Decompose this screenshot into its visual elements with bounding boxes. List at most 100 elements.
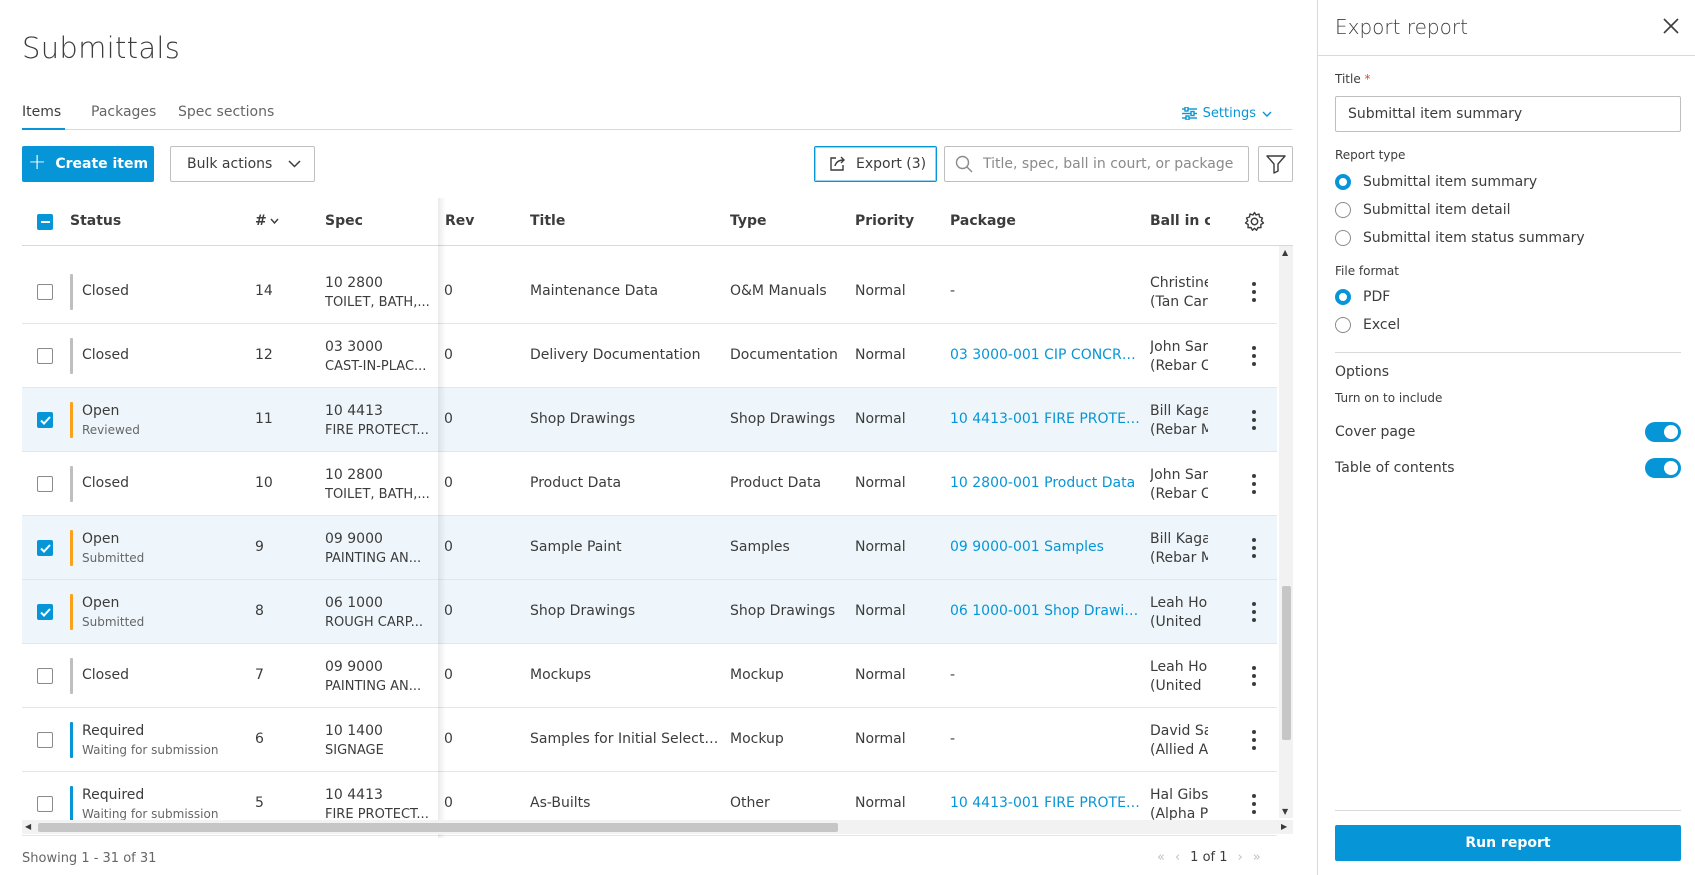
title-cell[interactable]: Shop Drawings — [530, 603, 720, 619]
table-row[interactable]: Open Submitted 8 06 1000 ROUGH CARP... 0 Shop … — [22, 580, 1277, 644]
row-checkbox[interactable] — [37, 668, 53, 684]
settings-button[interactable]: Settings — [1181, 106, 1272, 121]
tab-spec-sections[interactable]: Spec sections — [178, 104, 274, 130]
report-title-input[interactable] — [1335, 96, 1681, 132]
column-header-status[interactable]: Status — [70, 213, 121, 229]
package-cell[interactable]: 09 9000-001 Samples — [950, 539, 1140, 555]
rev-cell: 0 — [444, 795, 453, 811]
prev-page-icon[interactable]: ‹ — [1175, 850, 1180, 865]
row-checkbox[interactable] — [37, 476, 53, 492]
vertical-scroll-thumb[interactable] — [1282, 586, 1291, 740]
title-cell[interactable]: Samples for Initial Selecti... — [530, 731, 720, 747]
row-checkbox[interactable] — [37, 540, 53, 556]
row-more-menu-icon[interactable] — [1245, 794, 1263, 814]
row-more-menu-icon[interactable] — [1245, 538, 1263, 558]
status-cell: Open Submitted — [82, 594, 232, 632]
row-checkbox[interactable] — [37, 796, 53, 812]
row-more-menu-icon[interactable] — [1245, 474, 1263, 494]
scroll-down-icon[interactable]: ▼ — [1282, 807, 1288, 816]
create-item-button[interactable]: + Create item — [22, 146, 154, 182]
scroll-left-icon[interactable]: ◀ — [25, 822, 31, 831]
row-more-menu-icon[interactable] — [1245, 666, 1263, 686]
cover-page-toggle[interactable] — [1645, 422, 1681, 442]
radio-selected[interactable] — [1335, 174, 1351, 190]
file-format-label: File format — [1335, 264, 1399, 278]
scroll-up-icon[interactable]: ▲ — [1282, 248, 1288, 257]
spec-cell: 10 2800 TOILET, BATH,... — [325, 274, 433, 312]
vertical-scrollbar[interactable]: ▲ ▼ — [1279, 246, 1293, 818]
row-checkbox[interactable] — [37, 732, 53, 748]
run-report-button[interactable]: Run report — [1335, 825, 1681, 861]
row-checkbox[interactable] — [37, 412, 53, 428]
radio-unselected[interactable] — [1335, 317, 1351, 333]
status-indicator-bar — [70, 402, 73, 438]
last-page-icon[interactable]: » — [1253, 850, 1261, 865]
tab-packages[interactable]: Packages — [91, 104, 156, 130]
column-header-spec[interactable]: Spec — [325, 213, 363, 229]
ball-in-court-name: Leah Ho — [1150, 659, 1208, 675]
table-row[interactable]: Closed 12 03 3000 CAST-IN-PLAC... 0 Delivery … — [22, 324, 1277, 388]
checkmark-icon — [39, 607, 51, 617]
search-input[interactable] — [983, 156, 1243, 172]
package-cell[interactable]: 10 4413-001 FIRE PROTEC... — [950, 411, 1140, 427]
title-cell[interactable]: Product Data — [530, 475, 720, 491]
table-row[interactable]: Closed 7 09 9000 PAINTING AN... 0 Mockups Mock… — [22, 644, 1277, 708]
title-cell[interactable]: Sample Paint — [530, 539, 720, 555]
column-header-title[interactable]: Title — [530, 213, 565, 229]
row-more-menu-icon[interactable] — [1245, 346, 1263, 366]
column-header-priority[interactable]: Priority — [855, 213, 914, 229]
export-button[interactable]: Export (3) — [814, 146, 937, 182]
column-header-package[interactable]: Package — [950, 213, 1016, 229]
package-cell[interactable]: 03 3000-001 CIP CONCRE... — [950, 347, 1140, 363]
title-cell[interactable]: Delivery Documentation — [530, 347, 720, 363]
radio-selected[interactable] — [1335, 289, 1351, 305]
report-type-option-status-summary[interactable]: Submittal item status summary — [1335, 230, 1585, 246]
bulk-actions-label: Bulk actions — [187, 156, 273, 172]
filter-button[interactable] — [1258, 146, 1293, 182]
column-header-type[interactable]: Type — [730, 213, 767, 229]
next-page-icon[interactable]: › — [1238, 850, 1243, 865]
package-cell[interactable]: 10 4413-001 FIRE PROTEC... — [950, 795, 1140, 811]
title-cell[interactable]: Shop Drawings — [530, 411, 720, 427]
package-cell[interactable]: 06 1000-001 Shop Drawin... — [950, 603, 1140, 619]
close-icon[interactable] — [1661, 16, 1681, 36]
spec-cell: 06 1000 ROUGH CARP... — [325, 594, 433, 632]
report-type-option-detail[interactable]: Submittal item detail — [1335, 202, 1511, 218]
radio-unselected[interactable] — [1335, 202, 1351, 218]
gear-icon[interactable] — [1244, 211, 1265, 232]
column-header-ball-in-court[interactable]: Ball in co — [1150, 213, 1210, 229]
row-more-menu-icon[interactable] — [1245, 282, 1263, 302]
row-more-menu-icon[interactable] — [1245, 730, 1263, 750]
scroll-right-icon[interactable]: ▶ — [1281, 822, 1287, 831]
row-checkbox[interactable] — [37, 604, 53, 620]
row-checkbox[interactable] — [37, 284, 53, 300]
row-more-menu-icon[interactable] — [1245, 602, 1263, 622]
title-cell[interactable]: Maintenance Data — [530, 283, 720, 299]
number-cell: 9 — [255, 539, 264, 555]
table-row[interactable]: Required Waiting for submission 6 10 1400 SI… — [22, 708, 1277, 772]
select-all-checkbox[interactable] — [37, 214, 53, 230]
row-more-menu-icon[interactable] — [1245, 410, 1263, 430]
table-row[interactable]: Closed 10 10 2800 TOILET, BATH,... 0 Product … — [22, 452, 1277, 516]
column-header-number[interactable]: # — [255, 213, 279, 229]
first-page-icon[interactable]: « — [1157, 850, 1165, 865]
priority-cell: Normal — [855, 475, 906, 491]
table-row[interactable]: Open Reviewed 11 10 4413 FIRE PROTECT... 0 Sho… — [22, 388, 1277, 452]
table-row[interactable]: Closed 14 10 2800 TOILET, BATH,... 0 Maintena… — [22, 260, 1277, 324]
table-of-contents-toggle[interactable] — [1645, 458, 1681, 478]
tab-items[interactable]: Items — [22, 104, 65, 130]
sliders-icon — [1181, 107, 1197, 120]
radio-unselected[interactable] — [1335, 230, 1351, 246]
horizontal-scrollbar[interactable]: ◀ ▶ — [22, 820, 1293, 834]
title-cell[interactable]: Mockups — [530, 667, 720, 683]
horizontal-scroll-thumb[interactable] — [38, 823, 838, 832]
file-format-option-pdf[interactable]: PDF — [1335, 289, 1390, 305]
file-format-option-excel[interactable]: Excel — [1335, 317, 1400, 333]
package-cell[interactable]: 10 2800-001 Product Data — [950, 475, 1140, 491]
bulk-actions-button[interactable]: Bulk actions — [170, 146, 315, 182]
title-cell[interactable]: As-Builts — [530, 795, 720, 811]
table-row[interactable]: Open Submitted 9 09 9000 PAINTING AN... 0 Samp… — [22, 516, 1277, 580]
column-header-rev[interactable]: Rev — [445, 213, 474, 229]
report-type-option-summary[interactable]: Submittal item summary — [1335, 174, 1537, 190]
row-checkbox[interactable] — [37, 348, 53, 364]
